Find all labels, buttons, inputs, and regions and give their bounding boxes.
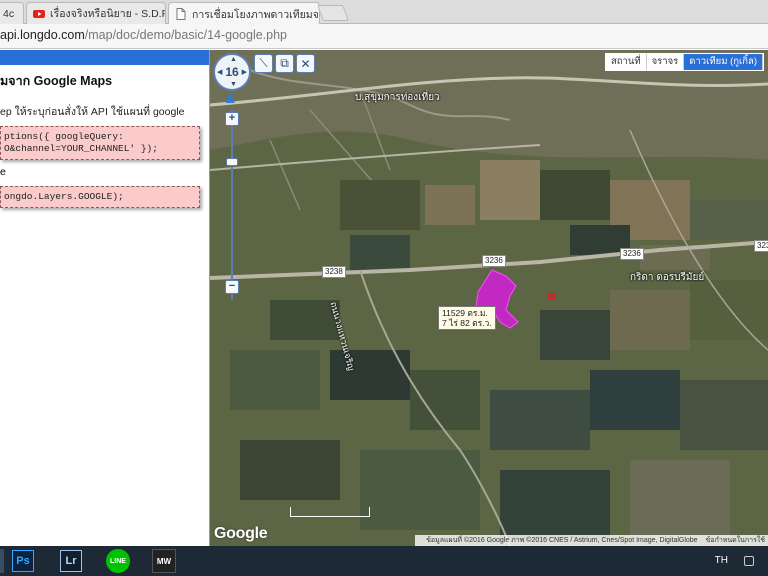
pan-left-icon[interactable]: ◀ xyxy=(217,68,222,76)
layer-button-places[interactable]: สถานที่ xyxy=(605,54,647,70)
layer-button-satellite[interactable]: ดาวเทียม (กูเกิ้ล) xyxy=(684,54,763,70)
draw-line-icon: ⟍ xyxy=(259,56,268,70)
tab-active-label: การเชื่อมโยงภาพดาวเทียมจาก xyxy=(192,8,320,21)
route-shield: 3236 xyxy=(482,255,506,267)
area-measurement-tag: 11529 ตร.ม. 7 ไร่ 82 ตร.ว. xyxy=(438,306,496,330)
attribution-text: ข้อมูลแผนที่ ©2016 Google ภาพ ©2016 CNES… xyxy=(426,537,698,544)
route-shield: 3238 xyxy=(322,266,346,278)
zoom-out-button[interactable]: − xyxy=(225,280,239,294)
route-shield: 3236 xyxy=(620,248,644,260)
doc-instruction: ep ให้ระบุก่อนสั่งให้ API ใช้แผนที่ goog… xyxy=(0,106,185,118)
mw-app-icon[interactable]: MW xyxy=(152,549,176,573)
address-bar[interactable]: api.longdo.com/map/doc/demo/basic/14-goo… xyxy=(0,24,768,49)
tab-youtube-label: เรื่องจริงหรือนิยาย - S.D.F.[C xyxy=(50,8,165,20)
map-attribution: ข้อมูลแผนที่ ©2016 Google ภาพ ©2016 CNES… xyxy=(415,535,768,546)
url-path: /map/doc/demo/basic/14-google.php xyxy=(84,28,287,42)
area-rai: 7 ไร่ 82 ตร.ว. xyxy=(442,318,492,328)
new-tab-button[interactable] xyxy=(317,5,349,21)
code-block-layer: ongdo.Layers.GOOGLE); xyxy=(0,186,200,208)
doc-header-bar xyxy=(0,50,209,65)
document-icon xyxy=(176,8,186,20)
zoom-track xyxy=(231,110,233,300)
area-square-meters: 11529 ตร.ม. xyxy=(442,308,488,318)
tab-active[interactable]: การเชื่อมโยงภาพดาวเทียมจาก ✕ xyxy=(168,2,320,25)
youtube-icon xyxy=(33,9,45,18)
code-line: O&channel=YOUR_CHANNEL' }); xyxy=(4,143,158,154)
code-line: ongdo.Layers.GOOGLE); xyxy=(4,191,124,202)
pan-compass[interactable]: ▲ ▼ ◀ ▶ 16 xyxy=(213,53,251,91)
pan-up-icon[interactable]: ▲ xyxy=(230,56,237,63)
tab-youtube[interactable]: เรื่องจริงหรือนิยาย - S.D.F.[C ✕ xyxy=(26,2,166,24)
zoom-in-button[interactable]: + xyxy=(225,112,239,126)
terms-link[interactable]: ข้อกำหนดในการใช้ xyxy=(706,537,765,544)
draw-area-button[interactable]: ⧉ xyxy=(275,54,294,73)
zoom-slider-handle[interactable] xyxy=(226,158,238,166)
photoshop-icon[interactable]: Ps xyxy=(12,550,34,572)
map-label-landmark: บ.สุขุมการท่องเที่ยว xyxy=(355,92,440,103)
satellite-imagery xyxy=(210,50,768,546)
close-icon: ✕ xyxy=(300,56,311,71)
url-host: api.longdo.com xyxy=(0,28,85,42)
draw-line-button[interactable]: ⟍ xyxy=(254,54,273,73)
clear-button[interactable]: ✕ xyxy=(296,54,315,73)
language-indicator[interactable]: TH xyxy=(715,555,728,566)
doc-label: e xyxy=(0,166,6,178)
map-view[interactable]: ▲ ▼ ◀ ▶ 16 ⟍ ⧉ ✕ ♟ + − สถานที่ จราจร ดาว… xyxy=(210,50,768,546)
lightroom-icon[interactable]: Lr xyxy=(60,550,82,572)
os-taskbar: Ps Lr LINE MW TH xyxy=(0,546,768,576)
map-scale-bar xyxy=(290,507,370,517)
map-label-landmark: กริดา ดอรบรีมัยย์ xyxy=(630,272,705,283)
google-logo: Google xyxy=(214,525,268,542)
street-view-icon[interactable]: ♟ xyxy=(224,90,237,107)
layer-button-traffic[interactable]: จราจร xyxy=(646,54,685,70)
route-shield: 3236 xyxy=(754,240,768,252)
browser-tab-bar: 4c เรื่องจริงหรือนิยาย - S.D.F.[C ✕ การเ… xyxy=(0,0,768,25)
layer-switcher: สถานที่ จราจร ดาวเทียม (กูเกิ้ล) xyxy=(604,53,764,71)
zoom-slider[interactable]: + − xyxy=(225,110,239,300)
tab-partial-label: 4c xyxy=(3,7,15,20)
line-icon[interactable]: LINE xyxy=(106,549,130,573)
code-line: ptions({ googleQuery: xyxy=(4,131,124,142)
tray-icon[interactable] xyxy=(744,556,754,566)
url-text[interactable]: api.longdo.com/map/doc/demo/basic/14-goo… xyxy=(0,28,287,42)
code-block-options: ptions({ googleQuery: O&channel=YOUR_CHAN… xyxy=(0,126,200,160)
draw-area-icon: ⧉ xyxy=(280,56,289,70)
taskbar-edge xyxy=(0,549,4,573)
pan-down-icon[interactable]: ▼ xyxy=(230,81,237,88)
doc-pane: มจาก Google Maps ep ให้ระบุก่อนสั่งให้ A… xyxy=(0,50,210,546)
pan-right-icon[interactable]: ▶ xyxy=(242,68,247,76)
tab-partial[interactable]: 4c xyxy=(0,2,24,24)
zoom-level-readout: 16 xyxy=(225,65,239,79)
doc-heading: มจาก Google Maps xyxy=(0,74,113,88)
